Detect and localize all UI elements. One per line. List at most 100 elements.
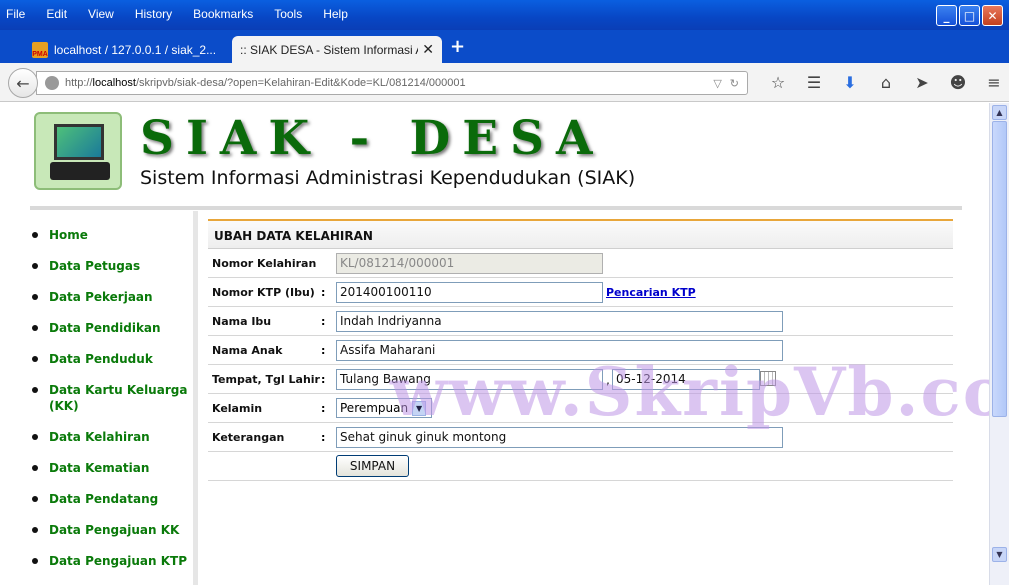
kelamin-selected-value: Perempuan [340, 401, 409, 415]
menu-history[interactable]: History [133, 7, 174, 21]
send-icon[interactable]: ➤ [904, 73, 940, 92]
row-keterangan: Keterangan : Sehat ginuk ginuk montong [208, 423, 953, 452]
tab-title: :: SIAK DESA - Sistem Informasi A... [240, 42, 419, 57]
tab-siak-desa[interactable]: :: SIAK DESA - Sistem Informasi A... ✕ [232, 36, 442, 63]
field-label: Keterangan [212, 431, 285, 444]
menu-tools[interactable]: Tools [272, 7, 304, 21]
field-label: Tempat, Tgl Lahir [212, 373, 320, 386]
sidebar-item-home[interactable]: Home [30, 227, 193, 243]
sidebar-item-label: Data Pengajuan KTP [49, 554, 187, 568]
nomor-ktp-field[interactable]: 201400100110 [336, 282, 603, 303]
sidebar-item-label: Data Pengajuan KK [49, 523, 180, 537]
keterangan-field[interactable]: Sehat ginuk ginuk montong [336, 427, 783, 448]
sidebar-item-pekerjaan[interactable]: Data Pekerjaan [30, 289, 193, 305]
header-divider [30, 206, 962, 210]
url-bar[interactable]: http://localhost/skripvb/siak-desa/?open… [36, 71, 748, 95]
field-label: Nomor KTP (Ibu) [212, 286, 315, 299]
menu-edit[interactable]: Edit [44, 7, 69, 21]
pos-terminal-icon [54, 124, 104, 160]
new-tab-button[interactable]: + [450, 36, 465, 57]
field-label: Kelamin [212, 402, 263, 415]
tempat-lahir-field[interactable]: Tulang Bawang [336, 369, 603, 390]
row-nama-anak: Nama Anak : Assifa Maharani [208, 336, 953, 365]
sidebar-item-kartu-keluarga[interactable]: Data Kartu Keluarga (KK) [30, 382, 193, 414]
sidebar-item-label: Data Pendidikan [49, 321, 161, 335]
web-page: SIAK - DESA Sistem Informasi Administras… [0, 103, 989, 585]
row-nama-ibu: Nama Ibu : Indah Indriyanna [208, 307, 953, 336]
url-dropdown-icon[interactable]: ▽ [713, 77, 721, 90]
tab-title: localhost / 127.0.0.1 / siak_2... [54, 42, 217, 57]
maximize-button[interactable]: □ [959, 5, 980, 26]
scroll-up-icon[interactable]: ▲ [992, 105, 1007, 120]
sidebar-item-petugas[interactable]: Data Petugas [30, 258, 193, 274]
reading-list-icon[interactable]: ☰ [796, 73, 832, 92]
hello-icon[interactable]: ☻ [940, 73, 976, 92]
window-controls: _ □ ✕ [936, 5, 1003, 26]
form-bottom-rule [208, 480, 953, 481]
row-nomor-ktp: Nomor KTP (Ibu) : 201400100110 Pencarian… [208, 278, 953, 307]
menu-help[interactable]: Help [321, 7, 350, 21]
nomor-kelahiran-field: KL/081214/000001 [336, 253, 603, 274]
toolbar-icons: ☆ ☰ ⬇ ⌂ ➤ ☻ ≡ [760, 73, 1009, 92]
sidebar-item-label: Data Pendatang [49, 492, 159, 506]
phpmyadmin-favicon-icon: PMA [32, 41, 48, 58]
close-window-button[interactable]: ✕ [982, 5, 1003, 26]
menu-view[interactable]: View [86, 7, 116, 21]
scroll-down-icon[interactable]: ▼ [992, 547, 1007, 562]
row-kelamin: Kelamin : Perempuan ▼ [208, 394, 953, 423]
home-icon[interactable]: ⌂ [868, 73, 904, 92]
tanggal-lahir-field[interactable]: 05-12-2014 [612, 369, 760, 390]
form-header: UBAH DATA KELAHIRAN [208, 221, 953, 249]
menu-file[interactable]: File [4, 7, 27, 21]
menu-icon[interactable]: ≡ [976, 73, 1009, 92]
nama-ibu-field[interactable]: Indah Indriyanna [336, 311, 783, 332]
calendar-icon[interactable] [760, 371, 776, 386]
tab-phpmyadmin[interactable]: PMA localhost / 127.0.0.1 / siak_2... [24, 36, 232, 63]
sidebar-divider [193, 211, 198, 585]
minimize-button[interactable]: _ [936, 5, 957, 26]
window-titlebar: File Edit View History Bookmarks Tools H… [0, 0, 1009, 30]
site-subtitle: Sistem Informasi Administrasi Kependuduk… [140, 167, 636, 189]
sidebar-item-pengajuan-kk[interactable]: Data Pengajuan KK [30, 522, 193, 538]
form-title: UBAH DATA KELAHIRAN [214, 229, 373, 243]
kelamin-select[interactable]: Perempuan ▼ [336, 398, 432, 418]
sidebar-item-pengajuan-ktp[interactable]: Data Pengajuan KTP [30, 553, 193, 569]
sidebar-item-label: Data Kartu Keluarga (KK) [49, 383, 188, 413]
menu-bookmarks[interactable]: Bookmarks [191, 7, 255, 21]
sidebar-menu: Home Data Petugas Data Pekerjaan Data Pe… [30, 211, 193, 585]
sidebar-item-label: Data Kelahiran [49, 430, 150, 444]
reload-icon[interactable]: ↻ [730, 77, 739, 90]
pencarian-ktp-link[interactable]: Pencarian KTP [606, 286, 696, 299]
sidebar-item-label: Home [49, 228, 88, 242]
close-tab-icon[interactable]: ✕ [422, 41, 434, 58]
field-label: Nama Anak [212, 344, 283, 357]
sidebar-item-pendatang[interactable]: Data Pendatang [30, 491, 193, 507]
navigation-bar: http://localhost/skripvb/siak-desa/?open… [0, 63, 1009, 102]
sidebar-item-label: Data Kematian [49, 461, 150, 475]
sidebar-item-pendidikan[interactable]: Data Pendidikan [30, 320, 193, 336]
comma-separator: , [606, 373, 610, 387]
row-tempat-tgl-lahir: Tempat, Tgl Lahir : Tulang Bawang , 05-1… [208, 365, 953, 394]
site-title: SIAK - DESA [140, 111, 605, 166]
scrollbar-thumb[interactable] [992, 121, 1007, 417]
tab-strip: PMA localhost / 127.0.0.1 / siak_2... ::… [0, 30, 1009, 63]
menu-bar: File Edit View History Bookmarks Tools H… [4, 7, 367, 21]
field-label: Nama Ibu [212, 315, 272, 328]
sidebar-item-label: Data Pekerjaan [49, 290, 153, 304]
sidebar-item-label: Data Penduduk [49, 352, 153, 366]
vertical-scrollbar[interactable]: ▲ ▼ [989, 103, 1009, 585]
site-logo [34, 112, 122, 190]
arrow-left-icon: ← [16, 73, 30, 93]
download-icon[interactable]: ⬇ [832, 73, 868, 92]
globe-icon [45, 76, 59, 90]
nama-anak-field[interactable]: Assifa Maharani [336, 340, 783, 361]
field-label: Nomor Kelahiran [212, 257, 317, 270]
back-button[interactable]: ← [8, 68, 38, 98]
sidebar-item-label: Data Petugas [49, 259, 141, 273]
star-icon[interactable]: ☆ [760, 73, 796, 92]
chevron-down-icon: ▼ [412, 400, 427, 416]
sidebar-item-kematian[interactable]: Data Kematian [30, 460, 193, 476]
sidebar-item-kelahiran[interactable]: Data Kelahiran [30, 429, 193, 445]
sidebar-item-penduduk[interactable]: Data Penduduk [30, 351, 193, 367]
simpan-button[interactable]: SIMPAN [336, 455, 409, 477]
